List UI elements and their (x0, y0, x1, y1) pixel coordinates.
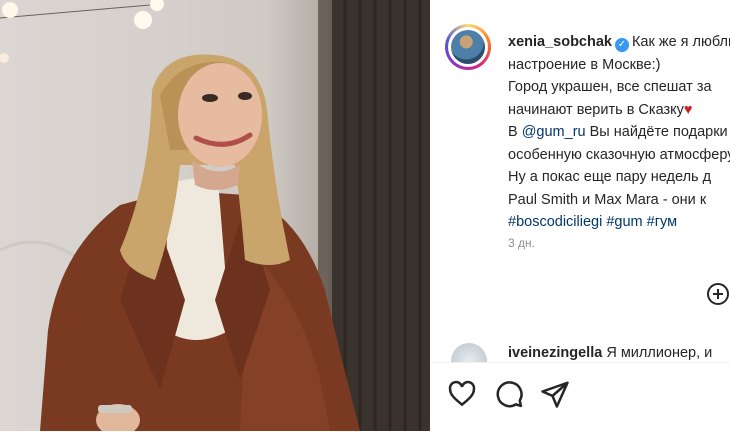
caption-line-2: настроение в Москве:) (508, 56, 661, 73)
caption-line-7: Ну а покас еще пару недель д (508, 169, 712, 185)
post-photo[interactable] (0, 0, 430, 431)
post-caption: xenia_sobchak ✓ Как же я люблю настроение … (508, 31, 730, 234)
comment-item: iveinezingella Я миллионер, и (508, 345, 712, 361)
hashtags-link[interactable]: #boscodiciliegi #gum #гум (508, 211, 730, 234)
avatar-image (451, 30, 485, 64)
verified-badge-icon: ✓ (614, 38, 629, 52)
plus-circle-icon[interactable] (707, 283, 729, 305)
comment-username[interactable]: iveinezingella (508, 345, 602, 361)
caption-line-4: начинают верить в Сказку (508, 101, 684, 118)
post-image (0, 0, 430, 431)
heart-outline-icon[interactable] (447, 379, 477, 409)
caption-line-3: Город украшен, все спешат за (508, 79, 712, 95)
action-bar (430, 362, 730, 432)
heart-emoji-icon: ♥ (683, 101, 693, 118)
caption-line-8: Paul Smith и Max Mara - они к (508, 191, 707, 208)
comment-text: Я миллионер, и (606, 345, 713, 361)
paper-plane-icon[interactable] (540, 379, 570, 409)
mention-link[interactable]: @gum_ru (522, 124, 586, 140)
post-timestamp[interactable]: 3 дн. (508, 236, 535, 250)
username-link[interactable]: xenia_sobchak (508, 34, 612, 50)
profile-avatar[interactable] (445, 24, 491, 70)
speech-bubble-icon[interactable] (494, 379, 524, 409)
caption-line-1: Как же я люблю (631, 34, 730, 50)
caption-line-6: особенную сказочную атмосферу (508, 146, 730, 163)
